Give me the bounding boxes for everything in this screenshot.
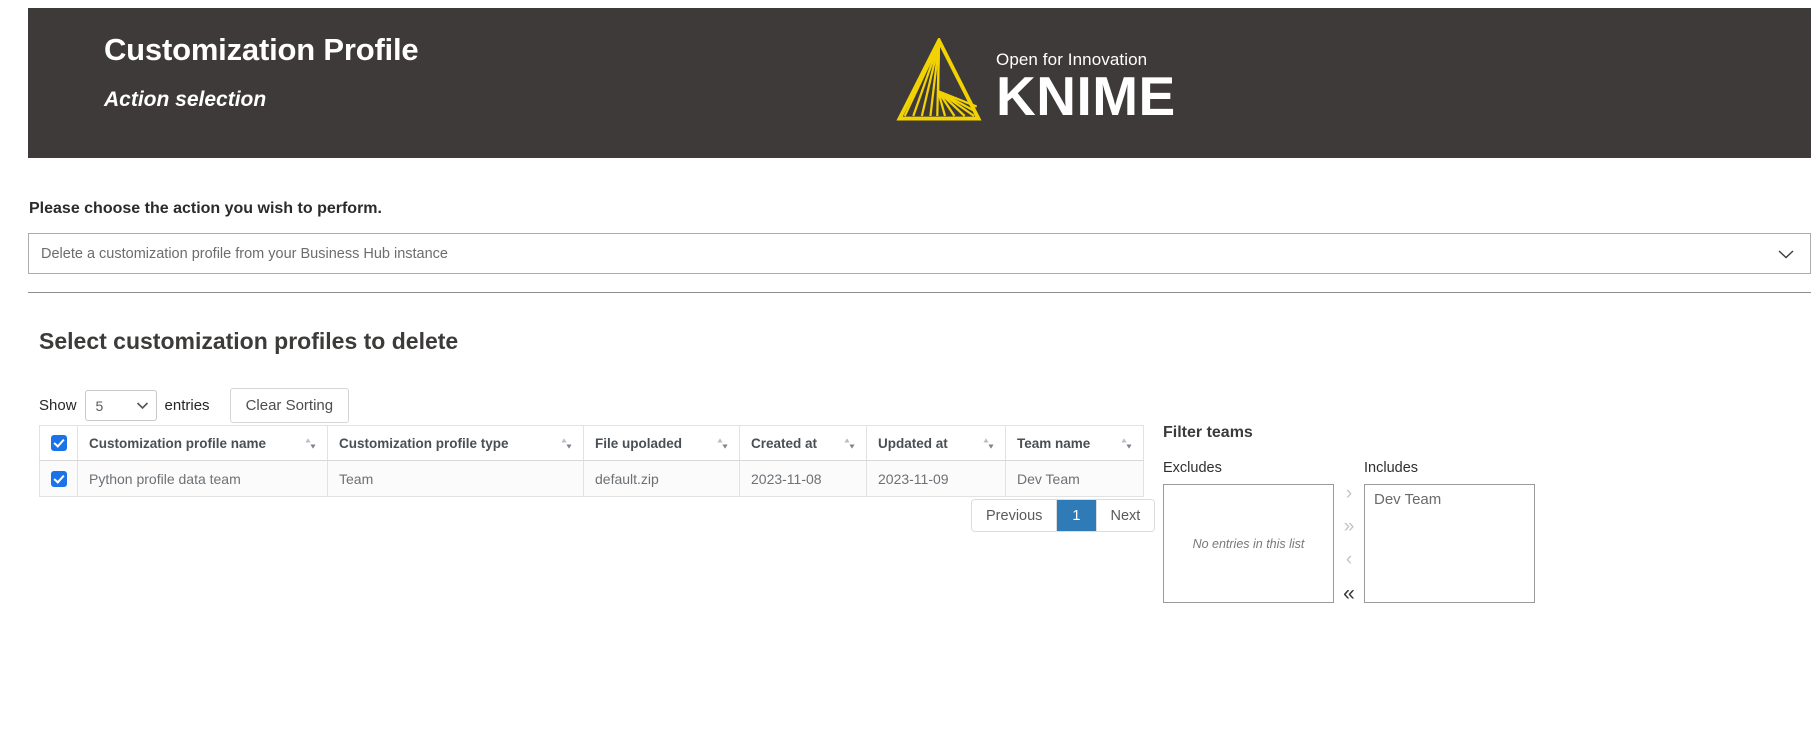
move-left-single-button[interactable]: ‹ <box>1346 550 1352 569</box>
action-prompt-label: Please choose the action you wish to per… <box>29 200 382 217</box>
sort-updown-icon <box>305 437 316 449</box>
page-subtitle: Action selection <box>104 87 267 111</box>
cell-profile-name: Python profile data team <box>77 460 328 497</box>
entries-per-page-value: 5 <box>95 397 104 414</box>
table-pagination: Previous 1 Next <box>971 499 1156 532</box>
table-header-row: Customization profile name Customization… <box>39 425 1144 461</box>
table-section-heading: Select customization profiles to delete <box>39 328 459 354</box>
select-all-header-cell <box>39 425 78 461</box>
sort-updown-icon <box>844 437 855 449</box>
customization-profiles-table: Customization profile name Customization… <box>39 425 1144 497</box>
sort-updown-icon <box>1121 437 1132 449</box>
transfer-buttons-column: › » ‹ « <box>1334 460 1364 604</box>
row-select-cell <box>39 460 78 497</box>
row-checkbox[interactable] <box>50 471 67 488</box>
includes-column: Includes Dev Team <box>1364 460 1535 603</box>
list-item[interactable]: Dev Team <box>1365 485 1534 508</box>
pagination-next-button[interactable]: Next <box>1096 500 1155 531</box>
chevron-down-icon <box>1778 249 1794 258</box>
select-all-checkbox[interactable] <box>50 435 67 452</box>
action-select-value: Delete a customization profile from your… <box>41 245 448 262</box>
column-header-label: Customization profile type <box>339 435 509 451</box>
column-header-file-uploaded[interactable]: File upoladed <box>583 425 740 461</box>
filter-teams-title: Filter teams <box>1163 424 1253 441</box>
sort-updown-icon <box>717 437 728 449</box>
sort-updown-icon <box>983 437 994 449</box>
action-select-dropdown[interactable]: Delete a customization profile from your… <box>28 233 1811 274</box>
cell-profile-type: Team <box>327 460 584 497</box>
column-header-label: Customization profile name <box>89 435 267 451</box>
column-header-profile-name[interactable]: Customization profile name <box>77 425 328 461</box>
excludes-list-box[interactable]: No entries in this list <box>1163 484 1334 603</box>
column-header-label: Team name <box>1017 435 1091 451</box>
knime-wordmark: KNIME <box>996 64 1176 127</box>
includes-label: Includes <box>1364 460 1419 476</box>
show-label: Show <box>39 397 77 414</box>
chevron-down-icon <box>136 402 148 410</box>
excludes-empty-text: No entries in this list <box>1192 536 1305 551</box>
cell-created-at: 2023-11-08 <box>739 460 867 497</box>
filter-teams-columns: Excludes No entries in this list › » ‹ «… <box>1163 460 1783 604</box>
move-right-single-button[interactable]: › <box>1346 484 1352 503</box>
page-title: Customization Profile <box>104 32 419 67</box>
move-right-all-button[interactable]: » <box>1344 517 1355 536</box>
section-divider <box>28 292 1811 293</box>
clear-sorting-button[interactable]: Clear Sorting <box>229 388 350 423</box>
table-controls: Show 5 entries Clear Sorting <box>39 388 350 423</box>
column-header-profile-type[interactable]: Customization profile type <box>327 425 584 461</box>
move-left-all-button[interactable]: « <box>1343 583 1355 604</box>
excludes-column: Excludes No entries in this list <box>1163 460 1334 603</box>
entries-label: entries <box>164 397 210 414</box>
column-header-updated-at[interactable]: Updated at <box>866 425 1006 461</box>
column-header-created-at[interactable]: Created at <box>739 425 867 461</box>
excludes-label: Excludes <box>1163 460 1222 476</box>
filter-teams-panel: Filter teams Excludes No entries in this… <box>1163 424 1783 604</box>
cell-file-uploaded: default.zip <box>583 460 740 497</box>
knime-triangle-logo-icon <box>896 38 982 121</box>
includes-list-box[interactable]: Dev Team <box>1364 484 1535 603</box>
column-header-label: Updated at <box>878 435 948 451</box>
column-header-team-name[interactable]: Team name <box>1005 425 1144 461</box>
knime-logo-text: Open for Innovation KNIME <box>996 51 1176 127</box>
column-header-label: File upoladed <box>595 435 683 451</box>
cell-team-name: Dev Team <box>1005 460 1144 497</box>
table-row[interactable]: Python profile data team Team default.zi… <box>39 460 1144 497</box>
knime-logo: Open for Innovation KNIME <box>896 38 1176 127</box>
banner-titles: Customization Profile Action selection <box>104 32 419 112</box>
cell-updated-at: 2023-11-09 <box>866 460 1006 497</box>
entries-per-page-select[interactable]: 5 <box>84 390 157 421</box>
column-header-label: Created at <box>751 435 818 451</box>
sort-updown-icon <box>561 437 572 449</box>
pagination-page-1-button[interactable]: 1 <box>1057 500 1097 531</box>
pagination-previous-button[interactable]: Previous <box>972 500 1058 531</box>
page-header-banner: Customization Profile Action selection O… <box>28 8 1811 158</box>
